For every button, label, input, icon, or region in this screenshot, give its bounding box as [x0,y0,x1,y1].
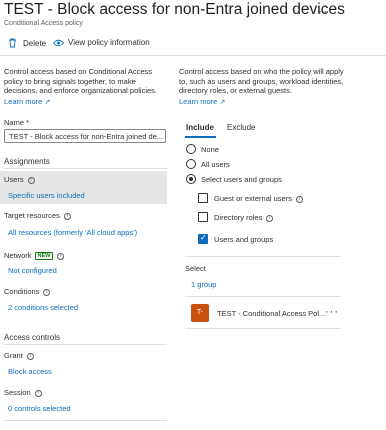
users-label: Users i [4,175,35,184]
radio-select-users-groups-label: Select users and groups [201,175,282,184]
session-label-text: Session [4,388,31,397]
users-value-link[interactable]: Specific users included [8,191,85,200]
view-policy-info-label: View policy information [68,38,150,47]
info-icon: i [57,252,65,260]
delete-label: Delete [23,38,47,48]
users-groups-checkbox[interactable] [198,233,208,244]
external-link-icon: ↗ [219,99,226,106]
info-icon: i [43,288,51,296]
radio-all-users-label: All users [201,160,230,169]
radio-select-users-groups[interactable] [186,174,196,184]
select-label: Select [185,264,206,273]
tab-include[interactable]: Include [186,123,214,132]
info-icon: i [27,176,35,184]
tab-include-indicator [185,136,216,138]
tab-exclude[interactable]: Exclude [227,123,255,132]
network-value-link[interactable]: Not configured [8,266,57,275]
toolbar-divider [0,55,386,56]
page-title: TEST - Block access for non-Entra joined… [4,1,345,18]
target-resources-link[interactable]: All resources (formerly 'All cloud apps'… [8,228,137,237]
group-avatar: T- [191,304,209,322]
grant-label: Grant i [4,351,34,360]
info-icon: i [26,352,34,360]
eye-icon [53,39,64,46]
grant-value-link[interactable]: Block access [8,367,52,376]
radio-none[interactable] [186,144,196,154]
learn-more-text: Learn more [4,97,43,106]
page-subtitle: Conditional Access policy [4,20,83,27]
conditions-label-text: Conditions [4,287,40,296]
delete-button[interactable]: Delete [8,38,46,48]
users-groups-label: Users and groups [214,235,274,244]
radio-none-label: None [201,145,219,154]
info-icon: i [295,195,303,203]
right-learn-more-link[interactable]: Learn more ↗ [179,97,225,106]
external-link-icon: ↗ [44,99,51,106]
target-resources-text: Target resources [4,211,60,220]
grant-label-text: Grant [4,351,23,360]
conditions-label: Conditions i [4,287,51,296]
network-label: Network NEW i [4,251,65,261]
assignments-heading: Assignments [4,157,50,166]
users-label-text: Users [4,175,24,184]
name-label: Name * [4,118,30,127]
left-description: Control access based on Conditional Acce… [4,67,158,95]
network-label-text: Network [4,251,32,260]
right-description: Control access based on who the policy w… [179,67,344,95]
group-more-button[interactable]: ··· [325,306,339,318]
info-icon: i [34,389,42,397]
new-badge: NEW [34,252,54,261]
group-name: TEST - Conditional Access Pol... [217,309,326,318]
guest-external-checkbox[interactable] [198,193,208,203]
view-policy-info-button[interactable]: View policy information [53,38,150,47]
more-options-button[interactable]: ··· [318,4,333,18]
guest-external-label: Guest or external users i [214,194,303,203]
radio-all-users[interactable] [186,159,196,169]
directory-roles-text: Directory roles [214,213,263,222]
assignments-divider [4,168,167,169]
info-icon: i [266,214,274,222]
access-controls-divider [4,344,167,345]
target-resources-label: Target resources i [4,211,71,220]
select-groups-link[interactable]: 1 group [191,280,216,289]
group-list-divider [185,296,341,297]
conditions-value-link[interactable]: 2 conditions selected [8,303,78,312]
session-divider [4,420,167,421]
access-controls-heading: Access controls [4,333,61,342]
guest-external-text: Guest or external users [214,194,292,203]
session-label: Session i [4,388,42,397]
directory-roles-label: Directory roles i [214,213,274,222]
session-value-link[interactable]: 0 controls selected [8,404,71,413]
policy-name-input[interactable]: TEST - Block access for non-Entra joined… [4,129,166,143]
directory-roles-checkbox[interactable] [198,212,208,222]
learn-more-text: Learn more [179,97,218,106]
info-icon: i [63,212,71,220]
left-learn-more-link[interactable]: Learn more ↗ [4,97,50,106]
trash-icon [9,38,16,48]
select-divider [185,256,341,257]
